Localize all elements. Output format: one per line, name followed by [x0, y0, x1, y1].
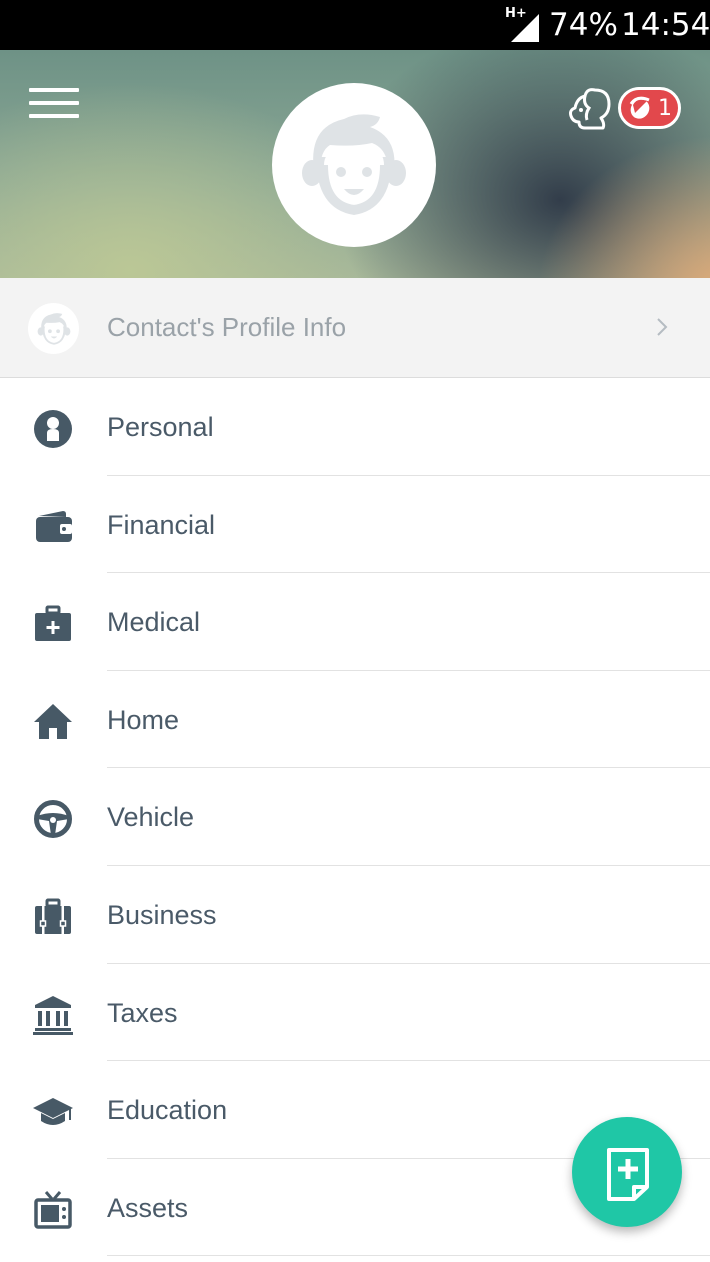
menu-item-medical[interactable]: Medical: [0, 573, 710, 671]
tv-icon: [34, 1190, 72, 1229]
steering-wheel-icon: [34, 800, 72, 839]
chevron-right-icon: [657, 318, 668, 336]
avatar[interactable]: [272, 83, 436, 247]
menu-item-label: Assets: [107, 1192, 189, 1223]
bank-icon: [33, 995, 73, 1035]
contact-profile-info-row[interactable]: Contact's Profile Info: [0, 278, 710, 378]
menu-item-home[interactable]: Home: [0, 671, 710, 769]
menu-item-business[interactable]: Business: [0, 866, 710, 964]
add-document-button[interactable]: [572, 1117, 682, 1227]
menu-item-label: Education: [107, 1095, 228, 1126]
menu-item-label: Business: [107, 899, 217, 930]
menu-item-label: Taxes: [107, 997, 178, 1028]
status-bar: H+ 74% 14:54: [0, 0, 710, 50]
battery-level: 74%: [549, 7, 618, 43]
menu-item-financial[interactable]: Financial: [0, 476, 710, 574]
menu-item-label: Medical: [107, 607, 201, 638]
briefcase-icon: [35, 898, 71, 934]
avatar: [28, 303, 79, 354]
menu-item-vehicle[interactable]: Vehicle: [0, 768, 710, 866]
notification-count: 1: [658, 96, 672, 121]
graduation-cap-icon: [33, 1098, 73, 1126]
house-icon: [34, 703, 72, 739]
person-icon: [34, 410, 72, 448]
contact-profile-info-label: Contact's Profile Info: [107, 312, 347, 342]
menu-icon[interactable]: [22, 84, 84, 126]
profile-header: 1: [0, 50, 710, 278]
menu-item-taxes[interactable]: Taxes: [0, 964, 710, 1062]
clock: 14:54: [621, 7, 710, 43]
signal-icon: H+: [505, 6, 539, 42]
add-document-icon: [607, 1148, 649, 1201]
menu-item-personal[interactable]: Personal: [0, 378, 710, 476]
user-face-icon: [37, 313, 71, 345]
squirrel-icon[interactable]: [565, 84, 613, 132]
notification-badge[interactable]: 1: [618, 87, 681, 129]
menu-item-label: Home: [107, 704, 180, 735]
menu-item-label: Personal: [107, 412, 214, 442]
acorn-icon: [629, 96, 650, 119]
menu-item-label: Financial: [107, 509, 216, 540]
wallet-icon: [36, 510, 72, 542]
menu-item-label: Vehicle: [107, 802, 195, 833]
user-face-icon: [302, 114, 406, 215]
medical-kit-icon: [35, 605, 71, 642]
divider: [107, 1255, 710, 1257]
